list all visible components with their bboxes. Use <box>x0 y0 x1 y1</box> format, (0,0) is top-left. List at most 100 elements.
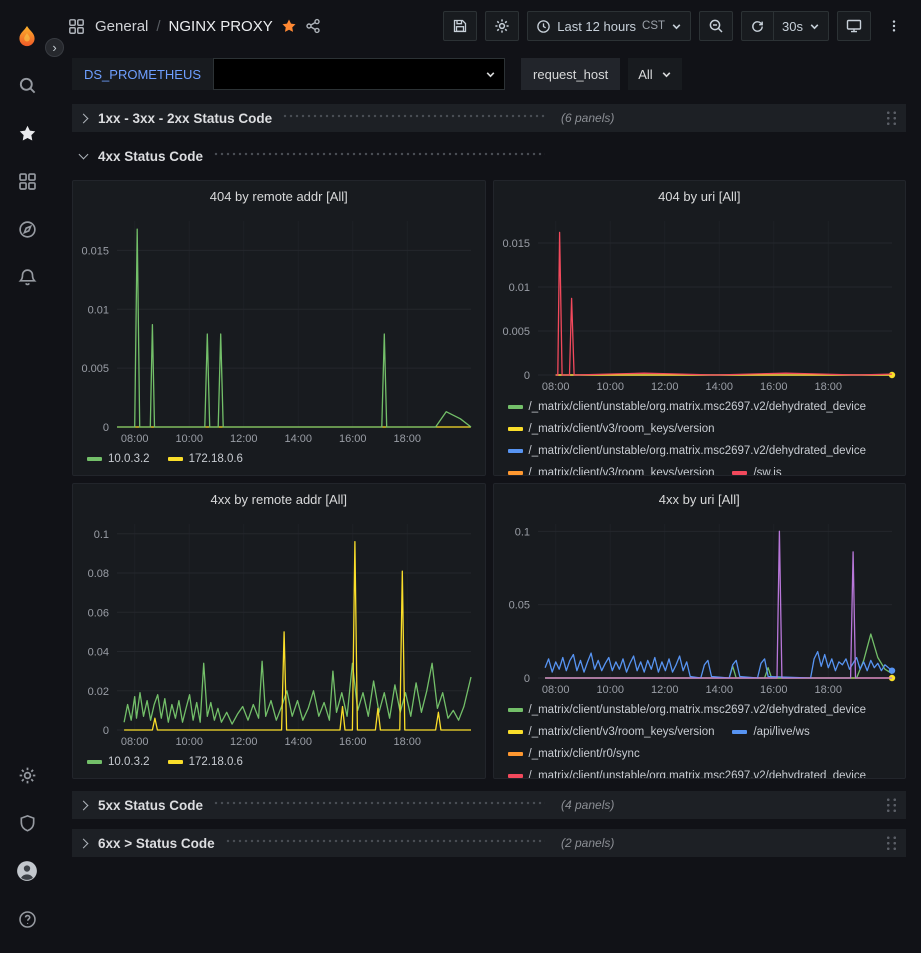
variable-value-request-host[interactable]: All <box>628 58 681 90</box>
svg-text:0.1: 0.1 <box>94 529 109 541</box>
legend-item[interactable]: /_matrix/client/unstable/org.matrix.msc2… <box>508 766 867 778</box>
panel: 404 by remote addr [All] 08:0010:0012:00… <box>72 180 486 476</box>
breadcrumb-folder[interactable]: General <box>95 18 148 35</box>
search-icon[interactable] <box>14 72 40 98</box>
panel-chart[interactable]: 08:0010:0012:0014:0016:0018:0000.020.040… <box>73 514 485 750</box>
svg-text:0.005: 0.005 <box>81 363 109 375</box>
panel-legend: 10.0.3.2 172.18.0.6 <box>73 750 485 778</box>
refresh-button[interactable] <box>741 11 774 41</box>
breadcrumb: General / NGINX PROXY <box>95 18 273 35</box>
row-left: 5xx Status Code <box>77 798 547 813</box>
row-title: 1xx - 3xx - 2xx Status Code <box>98 111 272 126</box>
panel-title[interactable]: 404 by uri [All] <box>494 181 906 211</box>
row-drag-handle[interactable] <box>885 110 898 127</box>
legend-item[interactable]: /_matrix/client/v3/room_keys/version <box>508 419 715 439</box>
legend-label: 10.0.3.2 <box>108 449 150 469</box>
alerting-bell-icon[interactable] <box>14 264 40 290</box>
clock-icon <box>536 19 551 34</box>
svg-text:12:00: 12:00 <box>650 381 678 393</box>
cycle-view-mode-button[interactable] <box>837 11 871 41</box>
legend-swatch <box>732 471 747 475</box>
legend-item[interactable]: /_matrix/client/r0/sync <box>508 744 640 764</box>
legend-swatch <box>508 427 523 431</box>
time-range-picker[interactable]: Last 12 hours CST <box>527 11 691 41</box>
user-avatar[interactable] <box>14 858 40 884</box>
grafana-logo[interactable] <box>14 24 40 50</box>
panel-title[interactable]: 4xx by remote addr [All] <box>73 484 485 514</box>
row-title: 5xx Status Code <box>98 798 203 813</box>
row-drag-handle[interactable] <box>885 835 898 852</box>
legend-item[interactable]: /_matrix/client/unstable/org.matrix.msc2… <box>508 441 867 461</box>
dashboard-grid-icon[interactable] <box>68 18 85 35</box>
svg-text:14:00: 14:00 <box>284 736 312 748</box>
svg-text:10:00: 10:00 <box>175 736 203 748</box>
panel-title[interactable]: 404 by remote addr [All] <box>73 181 485 211</box>
row-title: 4xx Status Code <box>98 149 203 164</box>
refresh-icon <box>750 19 765 34</box>
dashboard-settings-button[interactable] <box>485 11 519 41</box>
svg-text:0.08: 0.08 <box>88 568 109 580</box>
legend-label: /_matrix/client/v3/room_keys/version <box>529 463 715 475</box>
legend-swatch <box>87 457 102 461</box>
legend-label: /_matrix/client/unstable/org.matrix.msc2… <box>529 441 867 461</box>
legend-item[interactable]: 172.18.0.6 <box>168 752 243 772</box>
legend-label: /_matrix/client/v3/room_keys/version <box>529 419 715 439</box>
refresh-interval-dropdown[interactable]: 30s <box>774 11 829 41</box>
row-dotted-leader <box>213 152 545 156</box>
panel-title[interactable]: 4xx by uri [All] <box>494 484 906 514</box>
legend-item[interactable]: /_matrix/client/v3/room_keys/version <box>508 722 715 742</box>
share-icon[interactable] <box>305 18 321 34</box>
chevron-down-icon <box>485 69 496 80</box>
legend-label: /api/live/ws <box>753 722 809 742</box>
zoom-out-button[interactable] <box>699 11 733 41</box>
legend-item[interactable]: 10.0.3.2 <box>87 752 150 772</box>
refresh-interval-label: 30s <box>782 19 803 34</box>
svg-text:0.01: 0.01 <box>88 304 109 316</box>
row-left: 4xx Status Code <box>77 149 547 164</box>
svg-text:18:00: 18:00 <box>814 381 842 393</box>
server-admin-shield-icon[interactable] <box>14 810 40 836</box>
sidebar <box>0 0 54 953</box>
legend-item[interactable]: 10.0.3.2 <box>87 449 150 469</box>
row-drag-handle[interactable] <box>885 797 898 814</box>
panel-chart[interactable]: 08:0010:0012:0014:0016:0018:0000.050.1 <box>494 514 906 698</box>
legend-item[interactable]: /sw.js <box>732 463 781 475</box>
starred-dashboards-icon[interactable] <box>14 120 40 146</box>
legend-item[interactable]: /_matrix/client/unstable/org.matrix.msc2… <box>508 397 867 417</box>
svg-text:0.02: 0.02 <box>88 686 109 698</box>
explore-compass-icon[interactable] <box>14 216 40 242</box>
svg-text:12:00: 12:00 <box>650 684 678 696</box>
legend-item[interactable]: 172.18.0.6 <box>168 449 243 469</box>
kebab-menu-button[interactable] <box>879 11 909 41</box>
legend-swatch <box>168 760 183 764</box>
svg-text:14:00: 14:00 <box>705 684 733 696</box>
legend-item[interactable]: /_matrix/client/unstable/org.matrix.msc2… <box>508 700 867 720</box>
panel-chart[interactable]: 08:0010:0012:0014:0016:0018:0000.0050.01… <box>73 211 485 447</box>
legend-item[interactable]: /_matrix/client/v3/room_keys/version <box>508 463 715 475</box>
settings-gear-icon[interactable] <box>14 762 40 788</box>
panel-chart[interactable]: 08:0010:0012:0014:0016:0018:0000.0050.01… <box>494 211 906 395</box>
legend-label: /_matrix/client/v3/room_keys/version <box>529 722 715 742</box>
variable-label-datasource: DS_PROMETHEUS <box>72 58 213 90</box>
panel: 4xx by uri [All] 08:0010:0012:0014:0016:… <box>493 483 907 779</box>
help-icon[interactable] <box>14 906 40 932</box>
chevron-down-icon <box>671 21 682 32</box>
dashboard-row-header[interactable]: 5xx Status Code (4 panels) <box>72 791 906 819</box>
svg-text:10:00: 10:00 <box>175 433 203 445</box>
magnifier-minus-icon <box>708 18 724 34</box>
svg-text:18:00: 18:00 <box>394 736 422 748</box>
legend-item[interactable]: /api/live/ws <box>732 722 809 742</box>
dashboards-icon[interactable] <box>14 168 40 194</box>
dashboard-row-header[interactable]: 4xx Status Code <box>72 142 906 170</box>
dashboard-row-header[interactable]: 6xx > Status Code (2 panels) <box>72 829 906 857</box>
grafana-flame-icon <box>14 24 40 50</box>
row-title: 6xx > Status Code <box>98 836 215 851</box>
favorite-star-icon[interactable] <box>281 18 297 34</box>
variable-value-datasource[interactable] <box>213 58 505 90</box>
time-range-label: Last 12 hours <box>557 19 636 34</box>
svg-text:0.04: 0.04 <box>88 647 109 659</box>
dashboard-row-header[interactable]: 1xx - 3xx - 2xx Status Code (6 panels) <box>72 104 906 132</box>
svg-text:0.1: 0.1 <box>514 526 529 538</box>
save-dashboard-button[interactable] <box>443 11 477 41</box>
sidebar-expand-button[interactable]: › <box>45 38 64 57</box>
